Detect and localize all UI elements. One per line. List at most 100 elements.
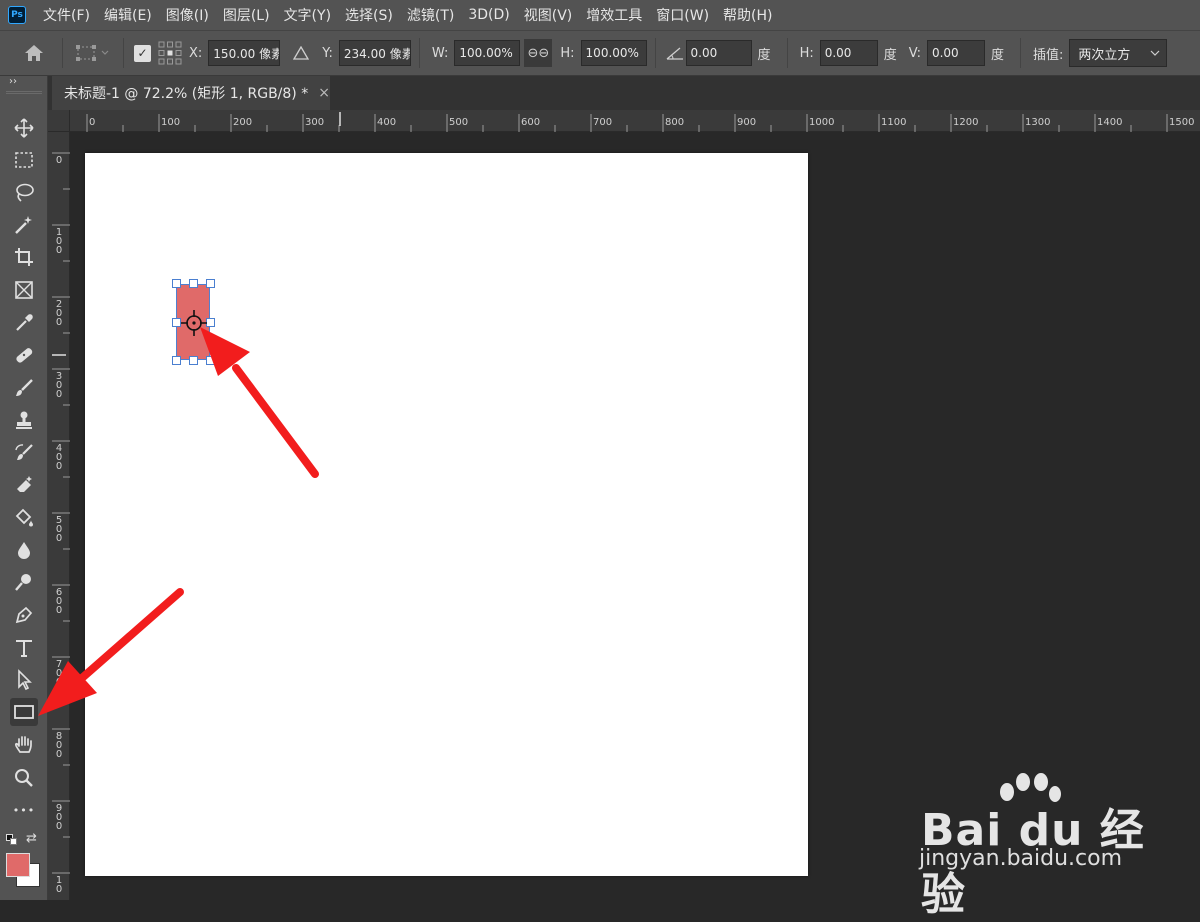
dodge-tool[interactable]	[10, 568, 38, 596]
zoom-tool[interactable]	[10, 764, 38, 792]
magic-wand-icon	[15, 216, 32, 234]
separator	[123, 38, 124, 68]
separator	[418, 38, 420, 68]
width-percent-input[interactable]: 100.00%	[454, 40, 521, 66]
ruler-label: 1 0 0	[55, 227, 63, 256]
default-colors-icon[interactable]	[6, 834, 18, 846]
transform-handle[interactable]	[206, 318, 215, 327]
frame-icon	[15, 281, 33, 299]
transform-handle[interactable]	[172, 279, 181, 288]
horizontal-ruler[interactable]: 0 100 200 300 400 500 600 700 800 900 10…	[70, 110, 1200, 132]
more-icon: •••	[12, 803, 36, 817]
frame-tool[interactable]	[10, 276, 38, 304]
document-canvas[interactable]	[85, 153, 808, 876]
height-percent-input[interactable]: 100.00%	[580, 40, 647, 66]
type-tool[interactable]	[10, 634, 38, 662]
interpolation-select[interactable]: 两次立方	[1069, 39, 1168, 67]
y-position-input[interactable]: 234.00 像素	[338, 40, 411, 66]
options-bar: ✓ X: 150.00 像素 Y: 234.00 像素 W: 100.00% ⊖…	[0, 30, 1200, 76]
ruler-label: 600	[521, 117, 541, 128]
ruler-label: 1300	[1025, 117, 1051, 128]
menu-edit[interactable]: 编辑(E)	[104, 5, 152, 25]
eyedropper-tool[interactable]	[10, 309, 38, 337]
paint-bucket-tool[interactable]	[10, 504, 38, 532]
blur-tool[interactable]	[10, 536, 38, 564]
menu-layer[interactable]: 图层(L)	[223, 5, 270, 25]
menu-image[interactable]: 图像(I)	[166, 5, 209, 25]
rectangle-tool[interactable]	[10, 698, 38, 726]
separator	[62, 38, 63, 68]
lasso-tool[interactable]	[10, 178, 38, 206]
magnifier-icon	[15, 769, 33, 787]
menu-help[interactable]: 帮助(H)	[723, 5, 772, 25]
magic-wand-tool[interactable]	[10, 211, 38, 239]
foreground-color-swatch[interactable]	[6, 853, 30, 877]
transform-handle[interactable]	[172, 318, 181, 327]
crop-tool[interactable]	[10, 243, 38, 271]
transform-handle[interactable]	[206, 279, 215, 288]
collapse-panel-icon[interactable]: ››	[9, 76, 17, 87]
menu-3d[interactable]: 3D(D)	[468, 7, 509, 23]
reference-point-crosshair-icon[interactable]	[181, 310, 207, 336]
pen-icon	[15, 606, 33, 624]
relative-position-button[interactable]	[288, 40, 314, 66]
horizontal-skew-label: H:	[799, 45, 814, 61]
reference-point-checkbox[interactable]: ✓	[134, 44, 151, 62]
menu-view[interactable]: 视图(V)	[524, 5, 573, 25]
history-brush-tool[interactable]	[10, 439, 38, 467]
transform-preset-button[interactable]	[71, 38, 115, 68]
eraser-tool[interactable]	[10, 471, 38, 499]
transform-handle[interactable]	[189, 356, 198, 365]
transform-handle[interactable]	[172, 356, 181, 365]
ruler-label: 3 0 0	[55, 371, 63, 400]
lasso-icon	[16, 183, 34, 202]
menu-filter[interactable]: 滤镜(T)	[407, 5, 454, 25]
home-button[interactable]	[14, 38, 54, 68]
menu-bar: Ps 文件(F) 编辑(E) 图像(I) 图层(L) 文字(Y) 选择(S) 滤…	[0, 0, 1200, 30]
ruler-label: 100	[161, 117, 181, 128]
rotation-input[interactable]: 0.00	[685, 40, 752, 66]
ruler-origin[interactable]	[48, 110, 70, 132]
brush-icon	[16, 379, 33, 396]
marquee-icon	[15, 152, 33, 168]
stamp-icon	[16, 411, 32, 429]
rotation-unit: 度	[757, 47, 771, 63]
transform-handle[interactable]	[189, 279, 198, 288]
menu-type[interactable]: 文字(Y)	[284, 5, 331, 25]
vertical-skew-unit: 度	[990, 47, 1004, 63]
transform-handle[interactable]	[206, 356, 215, 365]
type-icon	[16, 640, 32, 657]
ruler-label: 500	[449, 117, 469, 128]
menu-window[interactable]: 窗口(W)	[656, 5, 709, 25]
interpolation-label: 插值:	[1032, 47, 1064, 63]
document-tab[interactable]: 未标题-1 @ 72.2% (矩形 1, RGB/8) * ×	[52, 76, 330, 110]
brush-tool[interactable]	[10, 374, 38, 402]
panel-grip[interactable]	[6, 91, 42, 94]
spot-healing-brush-tool[interactable]	[10, 341, 38, 369]
reference-point-grid[interactable]	[155, 38, 185, 68]
close-icon[interactable]: ×	[318, 85, 330, 101]
pen-tool[interactable]	[10, 601, 38, 629]
vertical-skew-input[interactable]: 0.00	[926, 40, 985, 66]
clone-stamp-tool[interactable]	[10, 406, 38, 434]
menu-file[interactable]: 文件(F)	[43, 5, 90, 25]
eraser-icon	[17, 476, 32, 492]
horizontal-skew-input[interactable]: 0.00	[819, 40, 878, 66]
vertical-ruler[interactable]: 0 1 0 0 2 0 0 3 0 0 4 0 0 5 0 0 6 0 0 7 …	[48, 132, 70, 900]
ruler-label: 8 0 0	[55, 731, 63, 760]
ruler-label: 900	[737, 117, 757, 128]
move-tool[interactable]	[10, 114, 38, 142]
menu-plugins[interactable]: 增效工具	[586, 5, 642, 25]
reference-point-icon	[158, 41, 182, 65]
x-position-input[interactable]: 150.00 像素	[208, 40, 281, 66]
rectangular-marquee-tool[interactable]	[10, 146, 38, 174]
link-dimensions-button[interactable]: ⊖⊖	[524, 39, 553, 67]
edit-toolbar-button[interactable]: •••	[10, 796, 38, 824]
hand-tool[interactable]	[10, 731, 38, 759]
ruler-label: 200	[233, 117, 253, 128]
path-selection-tool[interactable]	[10, 666, 38, 694]
ruler-label: 5 0 0	[55, 515, 63, 544]
swap-colors-icon[interactable]: ⇄	[26, 831, 37, 846]
menu-select[interactable]: 选择(S)	[345, 5, 393, 25]
photoshop-logo[interactable]: Ps	[8, 6, 26, 24]
